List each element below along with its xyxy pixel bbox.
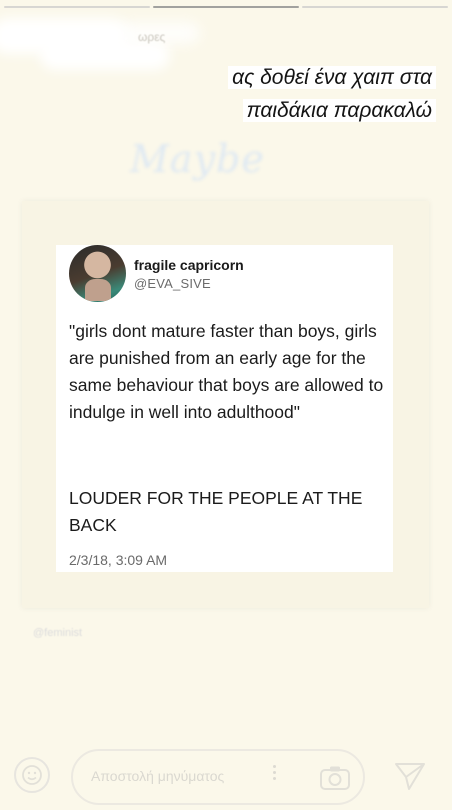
story-caption: ας δοθεί ένα χαιπ στα παιδάκια παρακαλώ: [176, 62, 436, 127]
caption-line-2: παιδάκια παρακαλώ: [242, 98, 436, 122]
tweet-screenshot-card: fragile capricorn @EVA_SIVE "girls dont …: [22, 201, 429, 608]
tweet-author-handle: @EVA_SIVE: [134, 276, 211, 291]
story-reply-bar: Αποστολή μηνύματος: [0, 745, 452, 810]
maybe-sticker: Maybe: [130, 137, 265, 181]
story-username[interactable]: ωρες: [138, 30, 165, 44]
tweet: fragile capricorn @EVA_SIVE "girls dont …: [56, 245, 393, 572]
tweet-timestamp: 2/3/18, 3:09 AM: [69, 552, 168, 568]
tweet-extra-text: LOUDER FOR THE PEOPLE AT THE BACK: [69, 488, 363, 535]
progress-segment-active: [153, 6, 299, 8]
watermark: @feminist: [33, 627, 83, 639]
story-progress: [4, 6, 448, 8]
progress-segment: [302, 6, 448, 8]
camera-icon[interactable]: [319, 765, 351, 791]
caption-line-1: ας δοθεί ένα χαιπ στα: [228, 66, 436, 89]
message-input[interactable]: Αποστολή μηνύματος: [71, 749, 365, 805]
send-paper-plane-icon[interactable]: [392, 759, 428, 793]
avatar: [69, 245, 126, 302]
tweet-body: "girls dont mature faster than boys, gir…: [69, 321, 384, 422]
smiley-face-icon[interactable]: [14, 757, 50, 793]
more-vertical-icon[interactable]: [273, 765, 277, 783]
progress-segment: [4, 6, 150, 8]
message-placeholder: Αποστολή μηνύματος: [91, 768, 225, 784]
tweet-author-name: fragile capricorn: [134, 257, 244, 273]
